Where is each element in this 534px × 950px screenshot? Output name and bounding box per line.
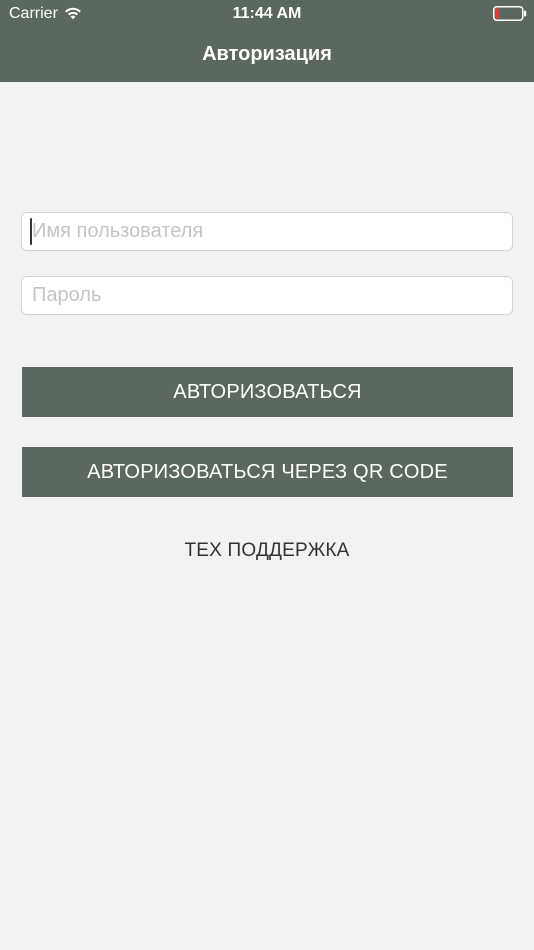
page-title: Авторизация xyxy=(202,43,332,65)
login-button[interactable]: АВТОРИЗОВАТЬСЯ xyxy=(22,367,513,417)
app-header: Carrier 11:44 AM Авторизация xyxy=(0,0,534,82)
support-link[interactable]: ТЕХ ПОДДЕРЖКА xyxy=(0,540,534,562)
text-cursor xyxy=(30,218,32,245)
clock-time: 11:44 AM xyxy=(232,5,302,22)
username-input[interactable] xyxy=(21,212,513,251)
battery-icon xyxy=(493,6,527,21)
status-bar: Carrier 11:44 AM xyxy=(0,0,534,28)
qr-login-button[interactable]: АВТОРИЗОВАТЬСЯ ЧЕРЕЗ QR CODE xyxy=(22,447,513,497)
password-input[interactable] xyxy=(21,276,513,315)
